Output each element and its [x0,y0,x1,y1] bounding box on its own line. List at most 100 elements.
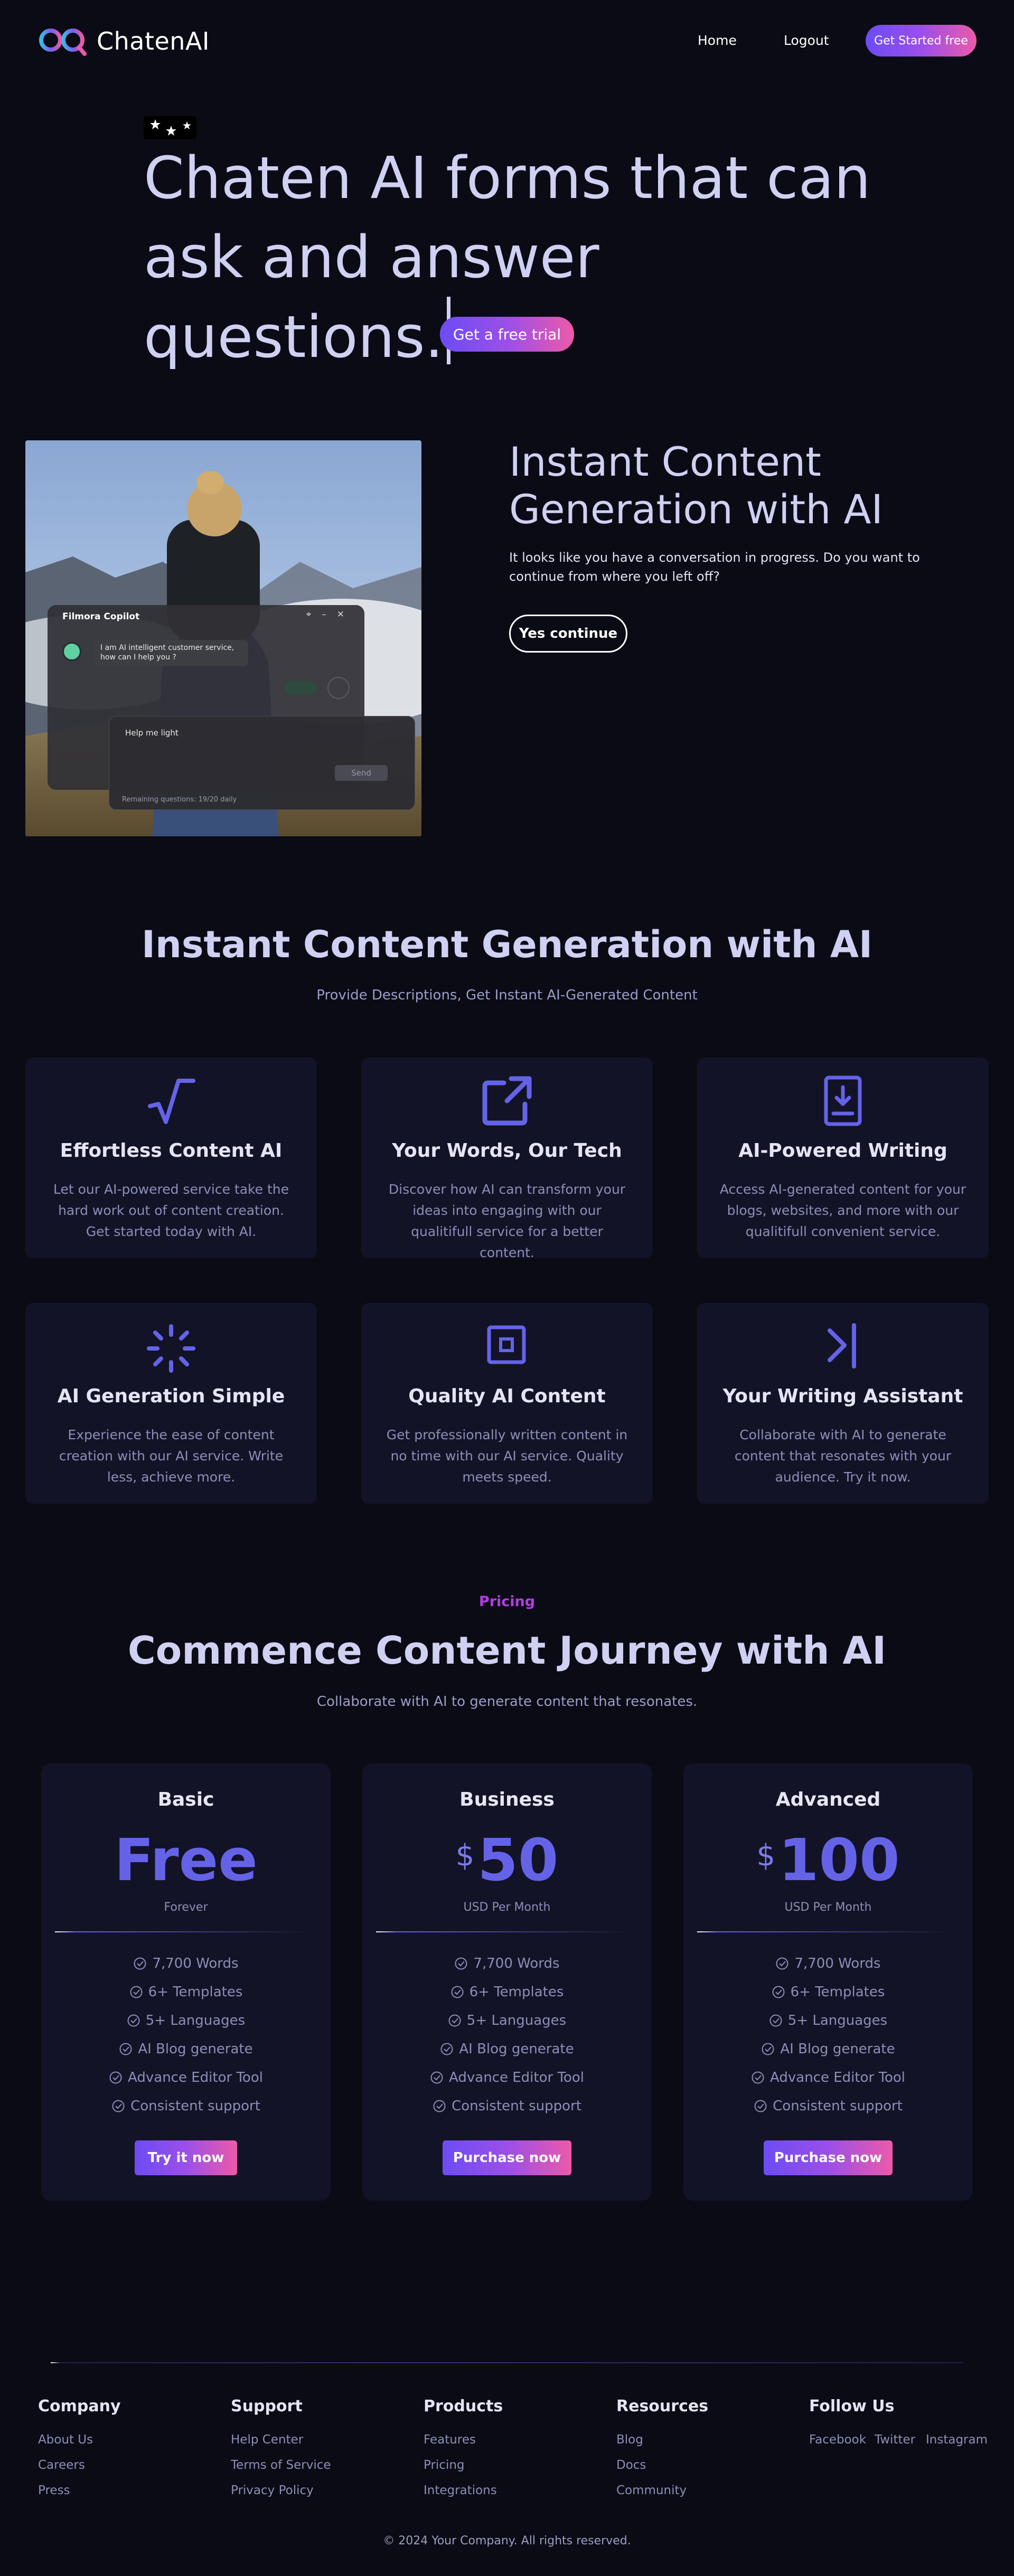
footer-link[interactable]: Features [424,2433,476,2447]
plan-feature: 5+ Languages [362,2006,652,2035]
feature-card-title: AI Generation Simple [57,1385,285,1407]
plan-feature: 7,700 Words [683,1949,973,1978]
square-root-icon [148,1079,195,1124]
free-trial-button[interactable]: Get a free trial [440,317,574,352]
nav-home-link[interactable]: Home [698,33,737,48]
plan-divider [55,1931,308,1932]
pricing-card-basic: Basic Free Forever 7,700 Words 6+ Templa… [41,1763,331,2201]
pin-icon[interactable]: ⌖ [306,609,322,620]
bot-message: I am AI intelligent customer service, ho… [94,640,248,666]
feature-card-desc: Discover how AI can transform your ideas… [388,1182,626,1260]
logo-icon [39,29,87,56]
yes-continue-button[interactable]: Yes continue [509,615,627,653]
feature-card: Your Writing Assistant Collaborate with … [697,1303,989,1504]
feature-card-title: Effortless Content AI [60,1140,283,1162]
feature-card-title: AI-Powered Writing [738,1140,947,1162]
book-download-icon [824,1075,862,1126]
footer-link[interactable]: Privacy Policy [231,2484,314,2497]
check-circle-icon [109,2071,122,2084]
features-subtitle: Provide Descriptions, Get Instant AI-Gen… [316,987,698,1003]
plan-feature: 5+ Languages [41,2006,331,2035]
plan-feature: 6+ Templates [41,1978,331,2006]
footer-link[interactable]: Community [616,2484,687,2497]
footer-link[interactable]: About Us [38,2433,93,2447]
plan-name: Basic [157,1789,214,1810]
plan-feature: 7,700 Words [362,1949,652,1978]
copilot-title: Filmora Copilot [62,611,140,622]
remaining-questions: Remaining questions: 19/20 daily [122,796,237,804]
footer-divider [51,2362,963,2363]
nav-logout-link[interactable]: Logout [784,33,829,48]
plan-feature: 7,700 Words [41,1949,331,1978]
plan-feature: 5+ Languages [683,2006,973,2035]
price-amount: 100 [778,1826,900,1894]
plan-feature-list: 7,700 Words 6+ Templates 5+ Languages AI… [362,1949,652,2120]
footer-resources-title: Resources [616,2397,709,2415]
plan-price: $ 50 [362,1826,652,1894]
loader-icon [147,1324,195,1373]
close-icon[interactable]: ✕ [337,609,355,620]
chevron-bar-right-icon [828,1323,856,1369]
plan-price: Free [41,1826,331,1894]
send-button[interactable]: Send [335,765,388,781]
plan-feature-list: 7,700 Words 6+ Templates 5+ Languages AI… [41,1949,331,2120]
purchase-now-button[interactable]: Purchase now [443,2140,571,2175]
feature-card: Effortless Content AI Let our AI-powered… [25,1058,317,1258]
plan-feature: AI Blog generate [362,2035,652,2063]
pricing-label: Pricing [478,1593,536,1610]
check-circle-icon [119,2043,132,2055]
plan-feature: Consistent support [41,2092,331,2120]
plan-period: Forever [164,1901,208,1914]
plan-feature: Consistent support [362,2092,652,2120]
feature-card-desc: Let our AI-powered service take the hard… [53,1182,289,1239]
footer-link[interactable]: Help Center [231,2433,303,2447]
footer-company-title: Company [38,2397,121,2415]
footer-link[interactable]: Docs [616,2458,646,2472]
footer-link[interactable]: Pricing [424,2458,465,2472]
price-amount: Free [114,1826,258,1894]
check-circle-icon [754,2100,767,2112]
footer-link[interactable]: Integrations [424,2484,497,2497]
pricing-card-advanced: Advanced $ 100 USD Per Month 7,700 Words… [683,1763,973,2201]
footer-support-title: Support [231,2397,303,2415]
record-button[interactable] [327,677,350,699]
facebook-link[interactable]: Facebook [809,2433,866,2447]
external-link-icon [482,1076,532,1126]
check-circle-icon [451,1986,464,1998]
purchase-now-button[interactable]: Purchase now [764,2140,893,2175]
square-dot-icon [487,1325,526,1364]
instagram-link[interactable]: Instagram [926,2433,988,2447]
plan-name: Advanced [775,1789,881,1810]
plan-price: $ 100 [683,1826,973,1894]
hero-title-line-1: Chaten AI forms that can [144,144,871,212]
get-started-button[interactable]: Get Started free [866,25,977,56]
plan-feature: AI Blog generate [683,2035,973,2063]
footer-link[interactable]: Press [38,2484,70,2497]
pricing-title: Commence Content Journey with AI [127,1628,887,1673]
price-amount: 50 [477,1826,559,1894]
plan-divider [697,1931,951,1932]
check-circle-icon [772,1986,785,1998]
footer-link[interactable]: Blog [616,2433,643,2447]
try-it-now-button[interactable]: Try it now [135,2140,237,2175]
footer-follow-title: Follow Us [809,2397,895,2415]
twitter-link[interactable]: Twitter [875,2433,915,2447]
footer-link[interactable]: Careers [38,2458,85,2472]
footer-link[interactable]: Terms of Service [231,2458,331,2472]
continue-text: It looks like you have a conversation in… [509,550,920,584]
feature-card-desc: Get professionally written content in no… [386,1427,628,1485]
plan-feature: Consistent support [683,2092,973,2120]
check-circle-icon [769,2014,782,2027]
feature-card-desc: Collaborate with AI to generate content … [734,1427,952,1485]
chat-input-panel: Help me light Send Remaining questions: … [109,716,415,810]
feature-card: AI Generation Simple Experience the ease… [25,1303,317,1504]
window-controls: ⌖–✕ [306,609,355,620]
feature-card-desc: Access AI-generated content for your blo… [719,1182,966,1239]
brand-name[interactable]: ChatenAI [97,25,210,57]
chat-input[interactable]: Help me light [125,728,179,738]
copyright: © 2024 Your Company. All rights reserved… [383,2534,631,2547]
plan-feature: Advance Editor Tool [362,2063,652,2092]
feature-card: Quality AI Content Get professionally wr… [361,1303,653,1504]
minimize-icon[interactable]: – [322,609,337,620]
plan-feature-list: 7,700 Words 6+ Templates 5+ Languages AI… [683,1949,973,2120]
